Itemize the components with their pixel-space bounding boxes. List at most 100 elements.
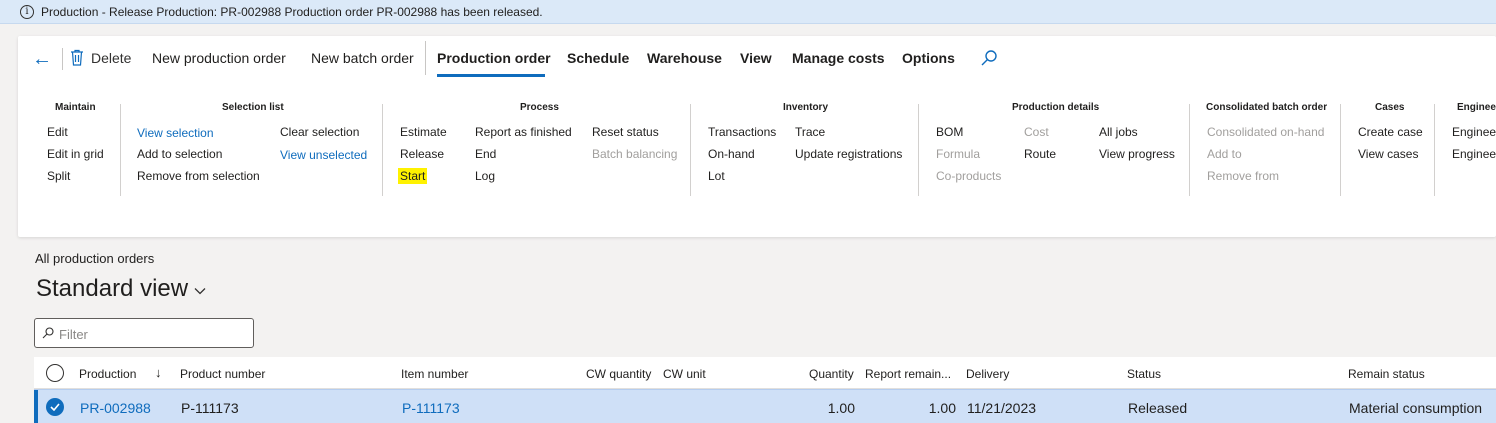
view-unselected-button[interactable]: View unselected [280,148,367,162]
bom-button[interactable]: BOM [936,125,963,139]
row-checkbox[interactable] [46,398,64,416]
group-divider [382,104,383,196]
item-number-link[interactable]: P-111173 [402,400,460,416]
column-header-report-remain[interactable]: Report remain... [865,367,951,381]
remove-from-selection-button[interactable]: Remove from selection [137,169,260,183]
tab-warehouse[interactable]: Warehouse [647,50,722,66]
search-icon[interactable] [980,49,998,67]
start-button[interactable]: Start [398,168,428,184]
batch-balancing-button[interactable]: Batch balancing [592,147,677,161]
add-to-button[interactable]: Add to [1207,147,1242,161]
lot-button[interactable]: Lot [708,169,725,183]
grid-header: Production ↓ Product number Item number … [34,357,1496,389]
split-button[interactable]: Split [47,169,70,183]
quantity-cell: 1.00 [827,400,855,416]
tab-manage-costs[interactable]: Manage costs [792,50,885,66]
edit-in-grid-button[interactable]: Edit in grid [47,147,104,161]
group-header-production-details: Production details [1012,102,1100,113]
reset-status-button[interactable]: Reset status [592,125,659,139]
create-case-button[interactable]: Create case [1358,125,1423,139]
cost-button[interactable]: Cost [1024,125,1049,139]
view-name: Standard view [36,275,189,302]
delivery-cell: 11/21/2023 [967,400,1037,416]
estimate-button[interactable]: Estimate [400,125,447,139]
co-products-button[interactable]: Co-products [936,169,1001,183]
filter-field[interactable] [34,318,254,348]
clear-selection-button[interactable]: Clear selection [280,125,359,139]
group-divider [1189,104,1190,196]
back-arrow-icon[interactable]: ← [32,48,52,71]
release-button[interactable]: Release [400,147,444,161]
engineer-button-2[interactable]: Engineer [1452,147,1496,161]
column-header-cw-quantity[interactable]: CW quantity [586,367,651,381]
column-header-quantity[interactable]: Quantity [809,367,854,381]
group-divider [120,104,121,196]
column-header-status[interactable]: Status [1127,367,1161,381]
filter-input[interactable] [59,324,249,344]
report-as-finished-button[interactable]: Report as finished [475,125,572,139]
message-bar: i Production - Release Production: PR-00… [0,0,1496,24]
group-divider [1434,104,1435,196]
new-batch-order-button[interactable]: New batch order [311,50,414,66]
engineer-button-1[interactable]: Engineer [1452,125,1496,139]
report-remain-cell: 1.00 [928,400,956,416]
column-header-production[interactable]: Production [79,367,136,381]
trash-icon [71,49,83,66]
column-header-delivery[interactable]: Delivery [966,367,1009,381]
tab-view[interactable]: View [740,50,772,66]
group-header-cases: Cases [1375,102,1405,113]
sort-descending-icon[interactable]: ↓ [155,365,162,380]
info-icon: i [20,5,34,19]
log-button[interactable]: Log [475,169,495,183]
trace-button[interactable]: Trace [795,125,825,139]
consolidated-on-hand-button[interactable]: Consolidated on-hand [1207,125,1324,139]
select-all-checkbox[interactable] [46,364,64,382]
on-hand-button[interactable]: On-hand [708,147,755,161]
production-link[interactable]: PR-002988 [80,400,151,416]
remain-status-cell: Material consumption [1349,400,1483,416]
search-icon [42,327,54,339]
tab-options[interactable]: Options [902,50,955,66]
active-tab-indicator [437,74,545,77]
product-number-cell: P-111173 [181,400,239,416]
tab-production-order[interactable]: Production order [437,50,551,66]
group-divider [690,104,691,196]
tab-schedule[interactable]: Schedule [567,50,629,66]
view-selection-button[interactable]: View selection [137,126,214,140]
group-header-maintain: Maintain [55,102,96,113]
group-header-selection-list: Selection list [222,102,284,113]
formula-button[interactable]: Formula [936,147,980,161]
group-header-engineering: Engineer [1457,102,1496,113]
selected-row-marker [34,390,38,423]
group-header-consolidated-batch-order: Consolidated batch order [1206,102,1328,113]
new-production-order-button[interactable]: New production order [152,50,286,66]
divider [62,48,63,70]
route-button[interactable]: Route [1024,147,1056,161]
transactions-button[interactable]: Transactions [708,125,776,139]
view-selector[interactable]: Standard view [36,275,206,303]
add-to-selection-button[interactable]: Add to selection [137,147,222,161]
table-row[interactable]: PR-002988 P-111173 P-111173 1.00 1.00 11… [34,389,1496,423]
group-divider [1340,104,1341,196]
group-header-process: Process [520,102,559,113]
column-header-product-number[interactable]: Product number [180,367,265,381]
all-jobs-button[interactable]: All jobs [1099,125,1138,139]
end-button[interactable]: End [475,147,496,161]
list-caption: All production orders [35,251,155,266]
edit-button[interactable]: Edit [47,125,68,139]
column-header-item-number[interactable]: Item number [401,367,468,381]
action-pane-tabs: ← Delete New production order New batch … [18,36,1496,84]
update-registrations-button[interactable]: Update registrations [795,147,902,161]
action-pane: ← Delete New production order New batch … [18,36,1496,237]
chevron-down-icon [194,288,206,295]
view-progress-button[interactable]: View progress [1099,147,1175,161]
delete-label: Delete [91,49,132,66]
column-header-cw-unit[interactable]: CW unit [663,367,706,381]
view-cases-button[interactable]: View cases [1358,147,1418,161]
column-header-remain-status[interactable]: Remain status [1348,367,1425,381]
divider [425,41,426,75]
remove-from-button[interactable]: Remove from [1207,169,1279,183]
group-header-inventory: Inventory [783,102,829,113]
production-orders-grid: Production ↓ Product number Item number … [34,357,1496,423]
delete-button[interactable]: Delete [70,49,131,66]
